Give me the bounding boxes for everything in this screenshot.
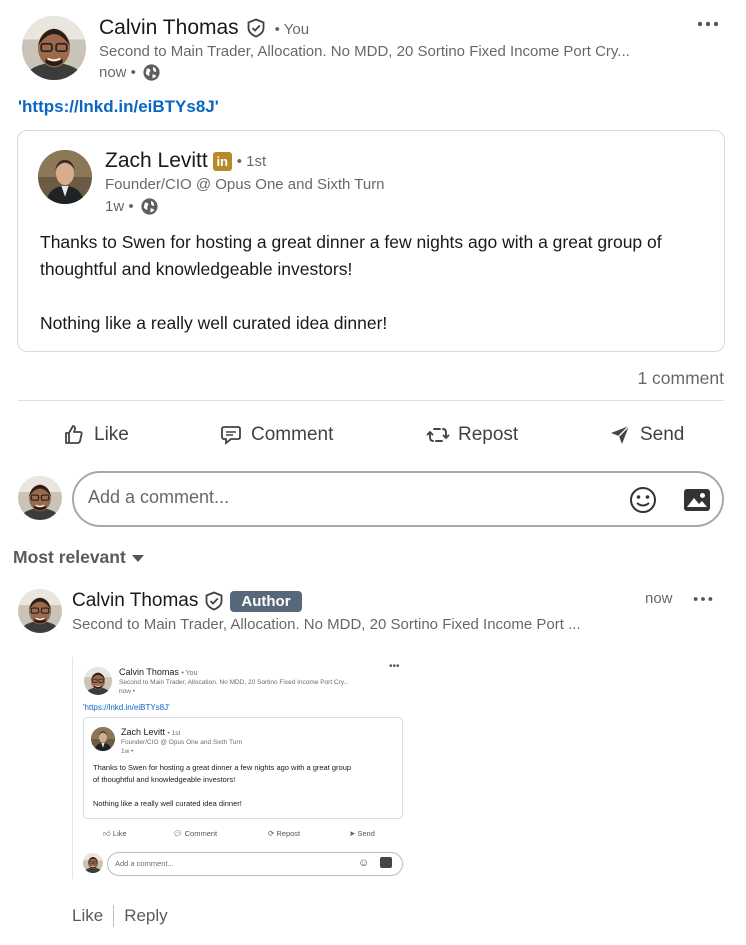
sort-label: Most relevant: [13, 547, 126, 567]
mini-repost: ⟳ Repost: [268, 829, 301, 838]
post-author-avatar[interactable]: [22, 16, 86, 80]
quoted-paragraph-2: Nothing like a really well curated idea …: [40, 313, 388, 333]
post-link[interactable]: 'https://lnkd.in/eiBTYs8J': [18, 97, 219, 117]
mini-quoted-degree: • 1st: [167, 730, 181, 737]
mini-quoted-line: Zach Levitt • 1st: [121, 727, 180, 737]
repost-button[interactable]: Repost: [426, 418, 518, 452]
commenter-name[interactable]: Calvin Thomas: [72, 590, 198, 612]
comment-more-icon[interactable]: [692, 588, 714, 615]
mini-avatar: [84, 667, 112, 695]
quoted-author-avatar[interactable]: [38, 150, 92, 204]
repost-label: Repost: [458, 424, 519, 445]
emoji-icon[interactable]: [628, 485, 658, 515]
mini-author-relation: • You: [181, 670, 198, 677]
post-author-relation: • You: [274, 21, 310, 38]
mini-para2: Nothing like a really well curated idea …: [93, 799, 242, 808]
mini-quoted-avatar: [91, 727, 115, 751]
mini-like: 👍︎ Like: [103, 829, 127, 838]
send-label: Send: [640, 424, 685, 445]
mini-comment: 💬︎ Comment: [173, 829, 218, 838]
mini-viewer-avatar: [83, 853, 103, 873]
comment-composer[interactable]: [72, 471, 724, 527]
mini-repost-label: Repost: [276, 829, 301, 838]
mini-author-headline: Second to Main Trader, Allocation. No MD…: [119, 679, 350, 686]
quoted-author-headline: Founder/CIO @ Opus One and Sixth Turn: [105, 176, 385, 193]
quoted-meta: 1w •: [105, 197, 159, 216]
verified-shield-icon: [204, 591, 224, 611]
mini-like-label: Like: [112, 829, 127, 838]
post-time: now •: [99, 64, 136, 81]
mini-comment-label: Comment: [184, 829, 218, 838]
mini-composer-placeholder: Add a comment...: [115, 859, 174, 868]
mini-para1-line2: of thoughtful and knowledgeable investor…: [93, 775, 236, 784]
sort-dropdown[interactable]: Most relevant: [13, 547, 145, 568]
globe-icon: [140, 197, 159, 216]
divider: [18, 400, 724, 401]
comment-time: now: [645, 590, 673, 607]
quoted-author-degree: • 1st: [236, 152, 267, 170]
globe-icon: [142, 63, 161, 82]
comment-count[interactable]: 1 comment: [637, 368, 724, 389]
post-meta: now •: [99, 63, 161, 82]
commenter-headline: Second to Main Trader, Allocation. No MD…: [72, 616, 581, 633]
thumbs-up-icon: [65, 425, 83, 444]
comment-input[interactable]: [88, 487, 608, 508]
comment-image[interactable]: Calvin Thomas • You Second to Main Trade…: [72, 657, 412, 879]
quoted-time: 1w •: [105, 198, 134, 215]
mini-quoted-name: Zach Levitt: [121, 727, 166, 737]
post-author-line: Calvin Thomas • You: [99, 16, 309, 40]
comment-button[interactable]: Comment: [219, 418, 333, 452]
mini-author-line: Calvin Thomas • You: [119, 667, 197, 677]
viewer-avatar: [18, 476, 62, 520]
mini-send-label: Send: [357, 829, 375, 838]
send-button[interactable]: Send: [608, 418, 684, 452]
comment-actions: Like Reply: [72, 905, 168, 927]
comment-actions-divider: [113, 905, 115, 927]
quoted-paragraph-1: Thanks to Swen for hosting a great dinne…: [40, 232, 662, 279]
commenter-avatar[interactable]: [18, 589, 62, 633]
mini-quoted-time: 1w •: [121, 748, 134, 755]
mini-composer: Add a comment... ☺: [107, 852, 403, 876]
more-options-icon[interactable]: [696, 12, 720, 42]
comment-label: Comment: [251, 424, 334, 445]
mini-quoted-headline: Founder/CIO @ Opus One and Sixth Turn: [121, 739, 243, 746]
mini-more-icon: •••: [389, 661, 400, 672]
verified-shield-icon: [246, 18, 266, 38]
image-icon[interactable]: [682, 486, 712, 514]
mini-author-name: Calvin Thomas: [119, 667, 179, 677]
like-button[interactable]: Like: [62, 418, 129, 452]
commenter-line: Calvin Thomas Author: [72, 590, 302, 612]
quoted-author-name[interactable]: Zach Levitt: [105, 149, 208, 173]
post-author-headline: Second to Main Trader, Allocation. No MD…: [99, 43, 630, 60]
comment-like-button[interactable]: Like: [72, 906, 103, 926]
comment-reply-button[interactable]: Reply: [124, 906, 167, 926]
like-label: Like: [94, 424, 129, 445]
caret-down-icon: [131, 554, 144, 562]
speech-bubble-icon: [221, 426, 241, 445]
mini-para1-line1: Thanks to Swen for hosting a great dinne…: [93, 763, 352, 772]
mini-send: ➤ Send: [349, 829, 375, 838]
mini-link: 'https://lnkd.in/eiBTYs8J': [83, 703, 170, 712]
linkedin-premium-icon: in: [212, 151, 232, 171]
mini-image-icon: [380, 857, 392, 868]
mini-time: now •: [119, 688, 136, 695]
quoted-author-line: Zach Levitt in • 1st: [105, 149, 266, 173]
send-plane-icon: [611, 425, 630, 444]
mini-emoji-icon: ☺: [358, 857, 370, 869]
repost-icon: [426, 428, 450, 442]
post-author-name[interactable]: Calvin Thomas: [99, 16, 239, 39]
author-badge: Author: [230, 590, 302, 612]
